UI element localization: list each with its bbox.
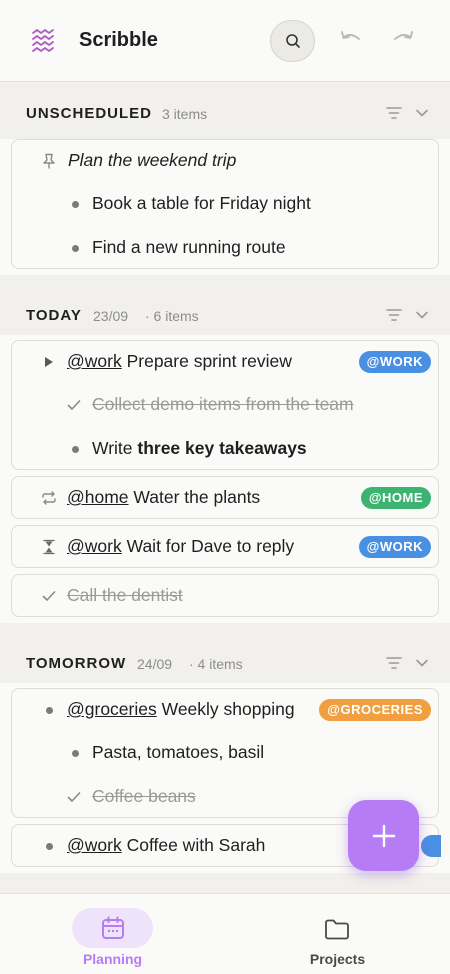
active-tab-indicator [72, 908, 153, 948]
section-title: TOMORROW [26, 655, 127, 672]
bullet-icon[interactable] [67, 240, 83, 256]
chevron-down-icon[interactable] [414, 307, 430, 323]
nav-label-projects: Projects [309, 951, 366, 967]
mention-link[interactable]: @work [67, 536, 122, 556]
section-item-count: · 4 items [189, 656, 243, 672]
planning-list[interactable]: UNSCHEDULED 3 items Plan the weekend tri… [0, 83, 450, 893]
task-row[interactable]: Find a new running route [12, 227, 440, 269]
add-task-button[interactable] [348, 800, 419, 871]
redo-button[interactable] [388, 24, 418, 54]
section-item-count: · 6 items [145, 308, 199, 324]
mention-link[interactable]: @groceries [67, 699, 157, 719]
tag-work[interactable]: @WORK [358, 536, 431, 558]
mention-link[interactable]: @work [67, 351, 122, 371]
section-title: TODAY [26, 307, 82, 324]
nav-tab-planning[interactable]: Planning [0, 894, 225, 974]
checkmark-icon[interactable] [41, 588, 57, 604]
task-row[interactable]: Call the dentist [12, 575, 440, 617]
task-text[interactable]: @work Prepare sprint review [67, 351, 292, 372]
task-text[interactable]: Find a new running route [92, 237, 286, 258]
task-row[interactable]: Pasta, tomatoes, basil [12, 732, 440, 774]
section-body-unscheduled: Plan the weekend trip Book a table for F… [0, 139, 450, 275]
mention-link[interactable]: @home [67, 487, 129, 507]
scribble-logo-icon [32, 29, 54, 52]
bullet-icon[interactable] [41, 838, 57, 854]
section-header-unscheduled: UNSCHEDULED 3 items [0, 83, 450, 139]
task-row[interactable]: @home Water the plants @HOME [12, 477, 440, 519]
filter-icon[interactable] [385, 105, 403, 121]
search-button[interactable] [270, 20, 315, 62]
task-row[interactable]: @groceries Weekly shopping @GROCERIES [12, 689, 440, 731]
task-row[interactable]: Write three key takeaways [12, 428, 440, 470]
section-body-today: @work Prepare sprint review @WORK Collec… [0, 335, 450, 623]
checkmark-icon[interactable] [66, 397, 82, 413]
task-row[interactable]: Book a table for Friday night [12, 183, 440, 225]
pin-icon[interactable] [41, 153, 57, 169]
section-date: 24/09 [137, 656, 173, 672]
task-text[interactable]: @groceries Weekly shopping [67, 699, 295, 720]
section-date: 23/09 [93, 308, 129, 324]
undo-icon [341, 31, 360, 40]
expand-triangle-icon[interactable] [41, 354, 57, 370]
bullet-icon[interactable] [67, 196, 83, 212]
bottom-nav: Planning Projects [0, 893, 450, 974]
checkmark-icon[interactable] [66, 789, 82, 805]
task-row[interactable]: Collect demo items from the team [12, 384, 440, 426]
chevron-down-icon[interactable] [414, 105, 430, 121]
section-header-today: TODAY 23/09 · 6 items [0, 285, 450, 341]
task-group[interactable]: @groceries Weekly shopping @GROCERIES Pa… [11, 688, 439, 818]
task-row[interactable]: Plan the weekend trip [12, 140, 440, 182]
task-text[interactable]: @home Water the plants [67, 487, 260, 508]
tag-groceries[interactable]: @GROCERIES [319, 699, 431, 721]
plus-icon [372, 824, 395, 847]
bullet-icon[interactable] [67, 441, 83, 457]
task-row[interactable]: @work Prepare sprint review @WORK [12, 341, 440, 383]
repeat-icon[interactable] [41, 490, 57, 506]
task-card[interactable]: @home Water the plants @HOME [11, 476, 439, 519]
task-group[interactable]: @work Prepare sprint review @WORK Collec… [11, 340, 439, 470]
task-text[interactable]: @work Coffee with Sarah [67, 835, 265, 856]
tag-home[interactable]: @HOME [360, 487, 431, 509]
undo-button[interactable] [336, 24, 366, 54]
task-text[interactable]: Book a table for Friday night [92, 193, 311, 214]
nav-label-planning: Planning [82, 951, 143, 967]
mention-link[interactable]: @work [67, 835, 122, 855]
section-item-count: 3 items [162, 106, 208, 122]
section-title: UNSCHEDULED [26, 105, 153, 122]
bullet-icon[interactable] [67, 745, 83, 761]
tag-work-partial[interactable] [421, 835, 441, 857]
task-text[interactable]: Call the dentist [67, 585, 183, 606]
task-text[interactable]: Coffee beans [92, 786, 196, 807]
bullet-icon[interactable] [41, 702, 57, 718]
task-card[interactable]: Call the dentist [11, 574, 439, 617]
filter-icon[interactable] [385, 307, 403, 323]
task-text[interactable]: Plan the weekend trip [68, 150, 236, 171]
hourglass-icon[interactable] [41, 539, 57, 555]
calendar-icon [101, 916, 124, 939]
search-icon [285, 34, 300, 48]
section-header-tomorrow: TOMORROW 24/09 · 4 items [0, 633, 450, 689]
app-title: Scribble [79, 29, 158, 51]
nav-tab-projects[interactable]: Projects [225, 894, 450, 974]
task-row[interactable]: @work Wait for Dave to reply @WORK [12, 526, 440, 568]
chevron-down-icon[interactable] [414, 655, 430, 671]
tag-work[interactable]: @WORK [358, 351, 431, 373]
top-bar: Scribble [0, 0, 450, 82]
filter-icon[interactable] [385, 655, 403, 671]
folder-icon [322, 914, 352, 944]
task-group[interactable]: Plan the weekend trip Book a table for F… [11, 139, 439, 269]
redo-icon [394, 31, 413, 40]
task-text[interactable]: Collect demo items from the team [92, 394, 354, 415]
task-text[interactable]: @work Wait for Dave to reply [67, 536, 294, 557]
task-card[interactable]: @work Wait for Dave to reply @WORK [11, 525, 439, 568]
task-text[interactable]: Pasta, tomatoes, basil [92, 742, 264, 763]
task-text[interactable]: Write three key takeaways [92, 438, 307, 459]
